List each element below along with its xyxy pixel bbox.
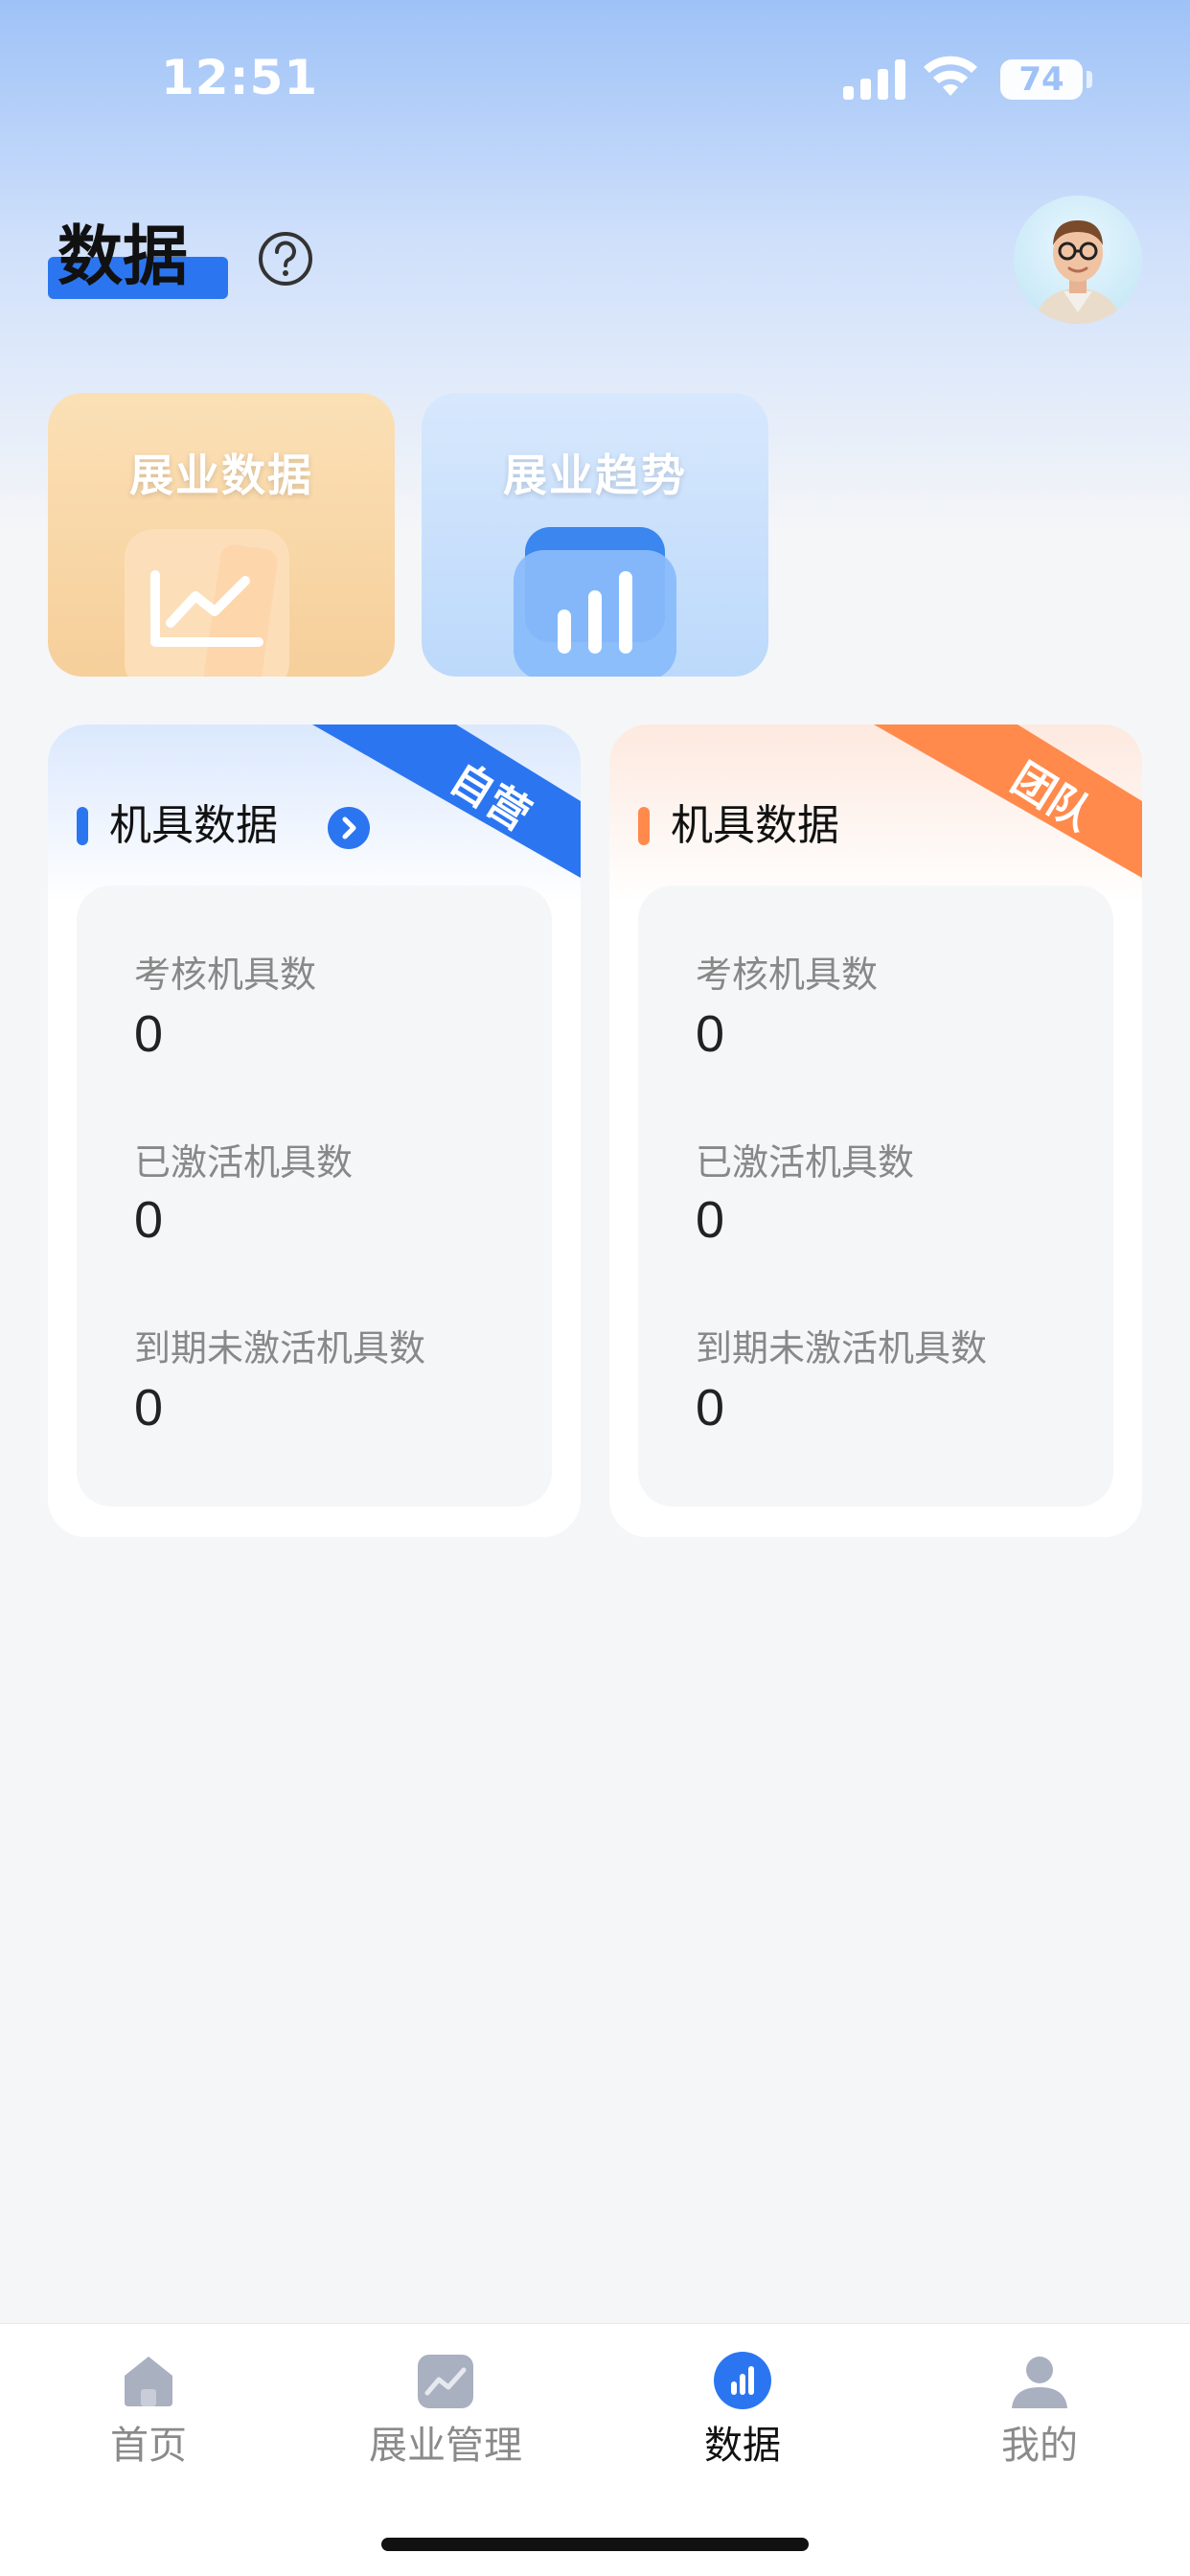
entry-card-business-data[interactable]: 展业数据 (48, 393, 395, 677)
tab-label: 我的 (1001, 2424, 1078, 2468)
signal-icon (843, 59, 905, 100)
tab-home[interactable]: 首页 (0, 2324, 297, 2477)
metric-value-assessed: 0 (696, 1005, 725, 1063)
card-title: 机具数据 (109, 801, 278, 850)
question-circle-icon[interactable] (257, 230, 314, 288)
home-icon (125, 2357, 172, 2406)
metric-label-assessed: 考核机具数 (134, 954, 317, 996)
tab-label: 数据 (704, 2424, 781, 2468)
card-title: 机具数据 (671, 801, 839, 850)
metric-value-activated: 0 (696, 1191, 725, 1249)
tab-label: 首页 (110, 2424, 187, 2468)
metric-label-expired-unactivated: 到期未激活机具数 (134, 1327, 426, 1369)
metric-value-activated: 0 (134, 1191, 164, 1249)
accent-bar (77, 807, 88, 845)
metric-value-expired-unactivated: 0 (134, 1379, 164, 1437)
chevron-right-icon[interactable] (328, 807, 370, 849)
metric-label-expired-unactivated: 到期未激活机具数 (696, 1327, 988, 1369)
metric-value-expired-unactivated: 0 (696, 1379, 725, 1437)
tab-business-management[interactable]: 展业管理 (297, 2324, 594, 2477)
device-data-card-self: 自营 机具数据 考核机具数 0 已激活机具数 0 到期未激活机具数 0 (48, 724, 581, 1537)
wifi-icon (924, 56, 977, 96)
page-title: 数据 (57, 219, 189, 295)
tab-mine[interactable]: 我的 (891, 2324, 1188, 2477)
metrics-box: 考核机具数 0 已激活机具数 0 到期未激活机具数 0 (77, 886, 552, 1506)
metric-value-assessed: 0 (134, 1005, 164, 1063)
status-bar: 12:51 74 (0, 0, 1190, 153)
metrics-box: 考核机具数 0 已激活机具数 0 到期未激活机具数 0 (638, 886, 1113, 1506)
entry-label: 展业数据 (129, 449, 313, 501)
battery-icon: 74 (1000, 59, 1083, 100)
user-icon (1012, 2357, 1067, 2408)
status-time: 12:51 (161, 50, 319, 105)
avatar-illustration (1035, 220, 1121, 324)
metric-label-activated: 已激活机具数 (134, 1141, 354, 1184)
battery-cap (1087, 71, 1092, 88)
metric-label-activated: 已激活机具数 (696, 1141, 915, 1184)
device-data-card-team: 团队 机具数据 考核机具数 0 已激活机具数 0 到期未激活机具数 0 (609, 724, 1142, 1537)
trend-icon (418, 2355, 473, 2408)
home-indicator (381, 2538, 809, 2551)
bar-chart-icon (514, 527, 676, 677)
entry-label: 展业趋势 (503, 449, 687, 501)
battery-level: 74 (1018, 60, 1064, 99)
avatar[interactable] (1014, 196, 1142, 324)
line-chart-icon (125, 529, 289, 677)
tab-label: 展业管理 (369, 2424, 522, 2468)
entry-card-business-trend[interactable]: 展业趋势 (422, 393, 768, 677)
data-icon (714, 2352, 771, 2409)
page-title-wrap: 数据 (48, 203, 230, 303)
metric-label-assessed: 考核机具数 (696, 954, 879, 996)
tab-data[interactable]: 数据 (594, 2324, 891, 2477)
accent-bar (638, 807, 650, 845)
